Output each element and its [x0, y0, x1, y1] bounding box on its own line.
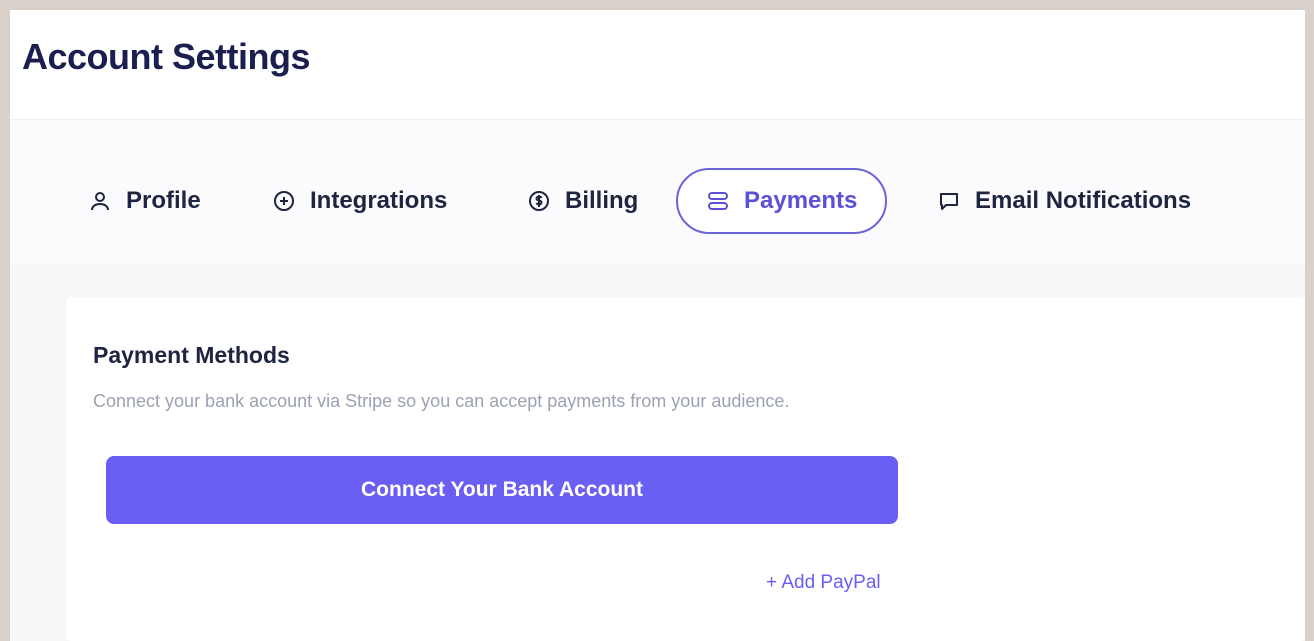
tab-label: Profile: [126, 187, 201, 214]
tab-label: Email Notifications: [975, 187, 1192, 214]
tab-label: Integrations: [310, 187, 448, 214]
dollar-circle-icon: [527, 189, 551, 213]
plus-circle-icon: [272, 189, 296, 213]
add-paypal-link[interactable]: + Add PayPal: [766, 572, 881, 594]
section-title: Payment Methods: [93, 342, 290, 368]
tab-integrations[interactable]: Integrations: [272, 168, 447, 234]
tab-payments[interactable]: Payments: [676, 168, 888, 234]
tab-label: Billing: [565, 187, 639, 214]
section-description: Connect your bank account via Stripe so …: [93, 391, 790, 411]
tab-billing[interactable]: Billing: [527, 168, 638, 234]
tab-profile[interactable]: Profile: [88, 168, 201, 234]
connect-bank-account-button[interactable]: Connect Your Bank Account: [106, 456, 898, 524]
stack-icon: [706, 189, 730, 213]
tab-email-notifications[interactable]: Email Notifications: [937, 168, 1191, 234]
chat-bubble-icon: [937, 189, 961, 213]
page-title: Account Settings: [22, 36, 311, 77]
account-settings-window: Account Settings: [10, 10, 1305, 641]
tab-label: Payments: [744, 187, 858, 214]
user-icon: [88, 189, 112, 213]
